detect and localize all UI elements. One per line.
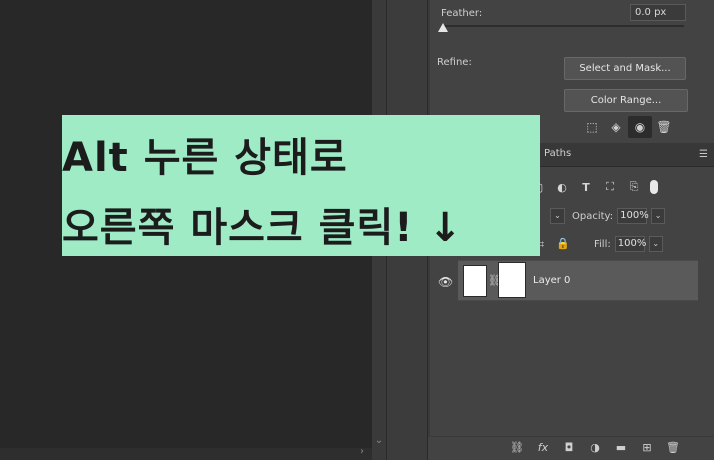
feather-input[interactable]: 0.0 px <box>630 4 686 21</box>
layer-style-fx-icon[interactable]: fx <box>536 441 550 454</box>
blend-mode-dropdown[interactable]: ⌄ <box>550 208 565 224</box>
filter-toggle[interactable] <box>650 180 658 194</box>
apply-mask-icon[interactable]: ◈ <box>604 116 628 138</box>
layers-actions: ⛓ fx ◘ ◑ ▬ ⊞ 🗑 <box>510 441 680 454</box>
visibility-icon[interactable]: ◉ <box>628 116 652 138</box>
adjustment-filter-icon[interactable]: ◐ <box>554 181 570 194</box>
shape-filter-icon[interactable]: ⛶ <box>602 180 618 194</box>
smart-object-filter-icon[interactable]: ⎘ <box>626 180 642 194</box>
fill-dropdown[interactable]: ⌄ <box>648 236 663 252</box>
fill-control: Fill: 100% ⌄ <box>594 236 663 252</box>
delete-icon[interactable]: 🗑 <box>652 116 676 138</box>
scroll-corner <box>372 448 386 460</box>
scroll-right-icon[interactable]: › <box>360 446 364 457</box>
layer-filter-row: ▢ ◐ T ⛶ ⎘ <box>530 180 658 194</box>
layer-mask-thumbnail[interactable] <box>498 262 526 298</box>
type-filter-icon[interactable]: T <box>578 181 594 194</box>
fill-input[interactable]: 100% <box>614 236 646 252</box>
select-and-mask-button[interactable]: Select and Mask... <box>564 57 686 80</box>
feather-label: Feather: <box>441 8 483 19</box>
layer-thumbnail[interactable] <box>463 265 487 297</box>
feather-slider-thumb[interactable] <box>438 23 448 32</box>
feather-slider[interactable] <box>442 25 684 27</box>
opacity-label: Opacity: <box>572 210 614 222</box>
layer-visibility-eye-icon[interactable]: 👁 <box>438 275 453 289</box>
adjustment-layer-icon[interactable]: ◑ <box>588 441 602 454</box>
horizontal-scrollbar[interactable]: › <box>0 446 372 460</box>
new-group-folder-icon[interactable]: ▬ <box>614 441 628 454</box>
opacity-input[interactable]: 100% <box>617 208 649 224</box>
color-range-button[interactable]: Color Range... <box>564 89 688 112</box>
link-layers-icon[interactable]: ⛓ <box>510 441 524 454</box>
annotation-line-2: 오른쪽 마스크 클릭! ↓ <box>62 205 463 251</box>
lock-all-icon[interactable]: 🔒 <box>556 237 570 250</box>
annotation-overlay: Alt 누른 상태로 오른쪽 마스크 클릭! ↓ <box>62 115 540 256</box>
opacity-dropdown[interactable]: ⌄ <box>651 208 666 224</box>
annotation-line-1: Alt 누른 상태로 <box>62 135 348 181</box>
opacity-control: Opacity: 100% ⌄ <box>572 208 666 224</box>
delete-layer-icon[interactable]: 🗑 <box>666 441 680 454</box>
mask-toolbar: ⬚ ◈ ◉ 🗑 <box>580 116 676 138</box>
add-mask-icon[interactable]: ◘ <box>562 441 576 454</box>
tab-paths[interactable]: Paths <box>544 148 571 159</box>
panel-menu-icon[interactable]: ☰ <box>699 149 708 160</box>
refine-label: Refine: <box>437 57 472 68</box>
layer-name[interactable]: Layer 0 <box>533 275 570 286</box>
new-layer-icon[interactable]: ⊞ <box>640 441 654 454</box>
selection-icon[interactable]: ⬚ <box>580 116 604 138</box>
scroll-down-icon[interactable]: ⌄ <box>372 435 386 446</box>
fill-label: Fill: <box>594 238 611 250</box>
